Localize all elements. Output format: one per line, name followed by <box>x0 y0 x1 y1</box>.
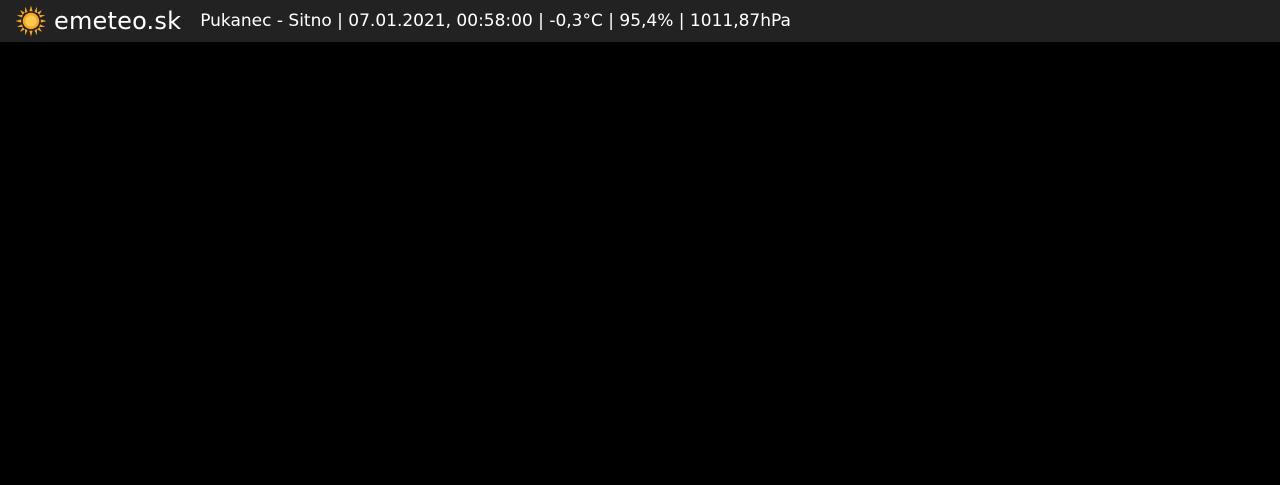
sun-icon <box>14 4 48 38</box>
weather-status-text: Pukanec - Sitno | 07.01.2021, 00:58:00 |… <box>200 11 791 31</box>
header-bar: emeteo.sk Pukanec - Sitno | 07.01.2021, … <box>0 0 1280 42</box>
webcam-image <box>0 42 1280 485</box>
webcam-page: emeteo.sk Pukanec - Sitno | 07.01.2021, … <box>0 0 1280 485</box>
brand-name[interactable]: emeteo.sk <box>54 0 181 42</box>
site-logo[interactable]: emeteo.sk <box>14 0 181 42</box>
